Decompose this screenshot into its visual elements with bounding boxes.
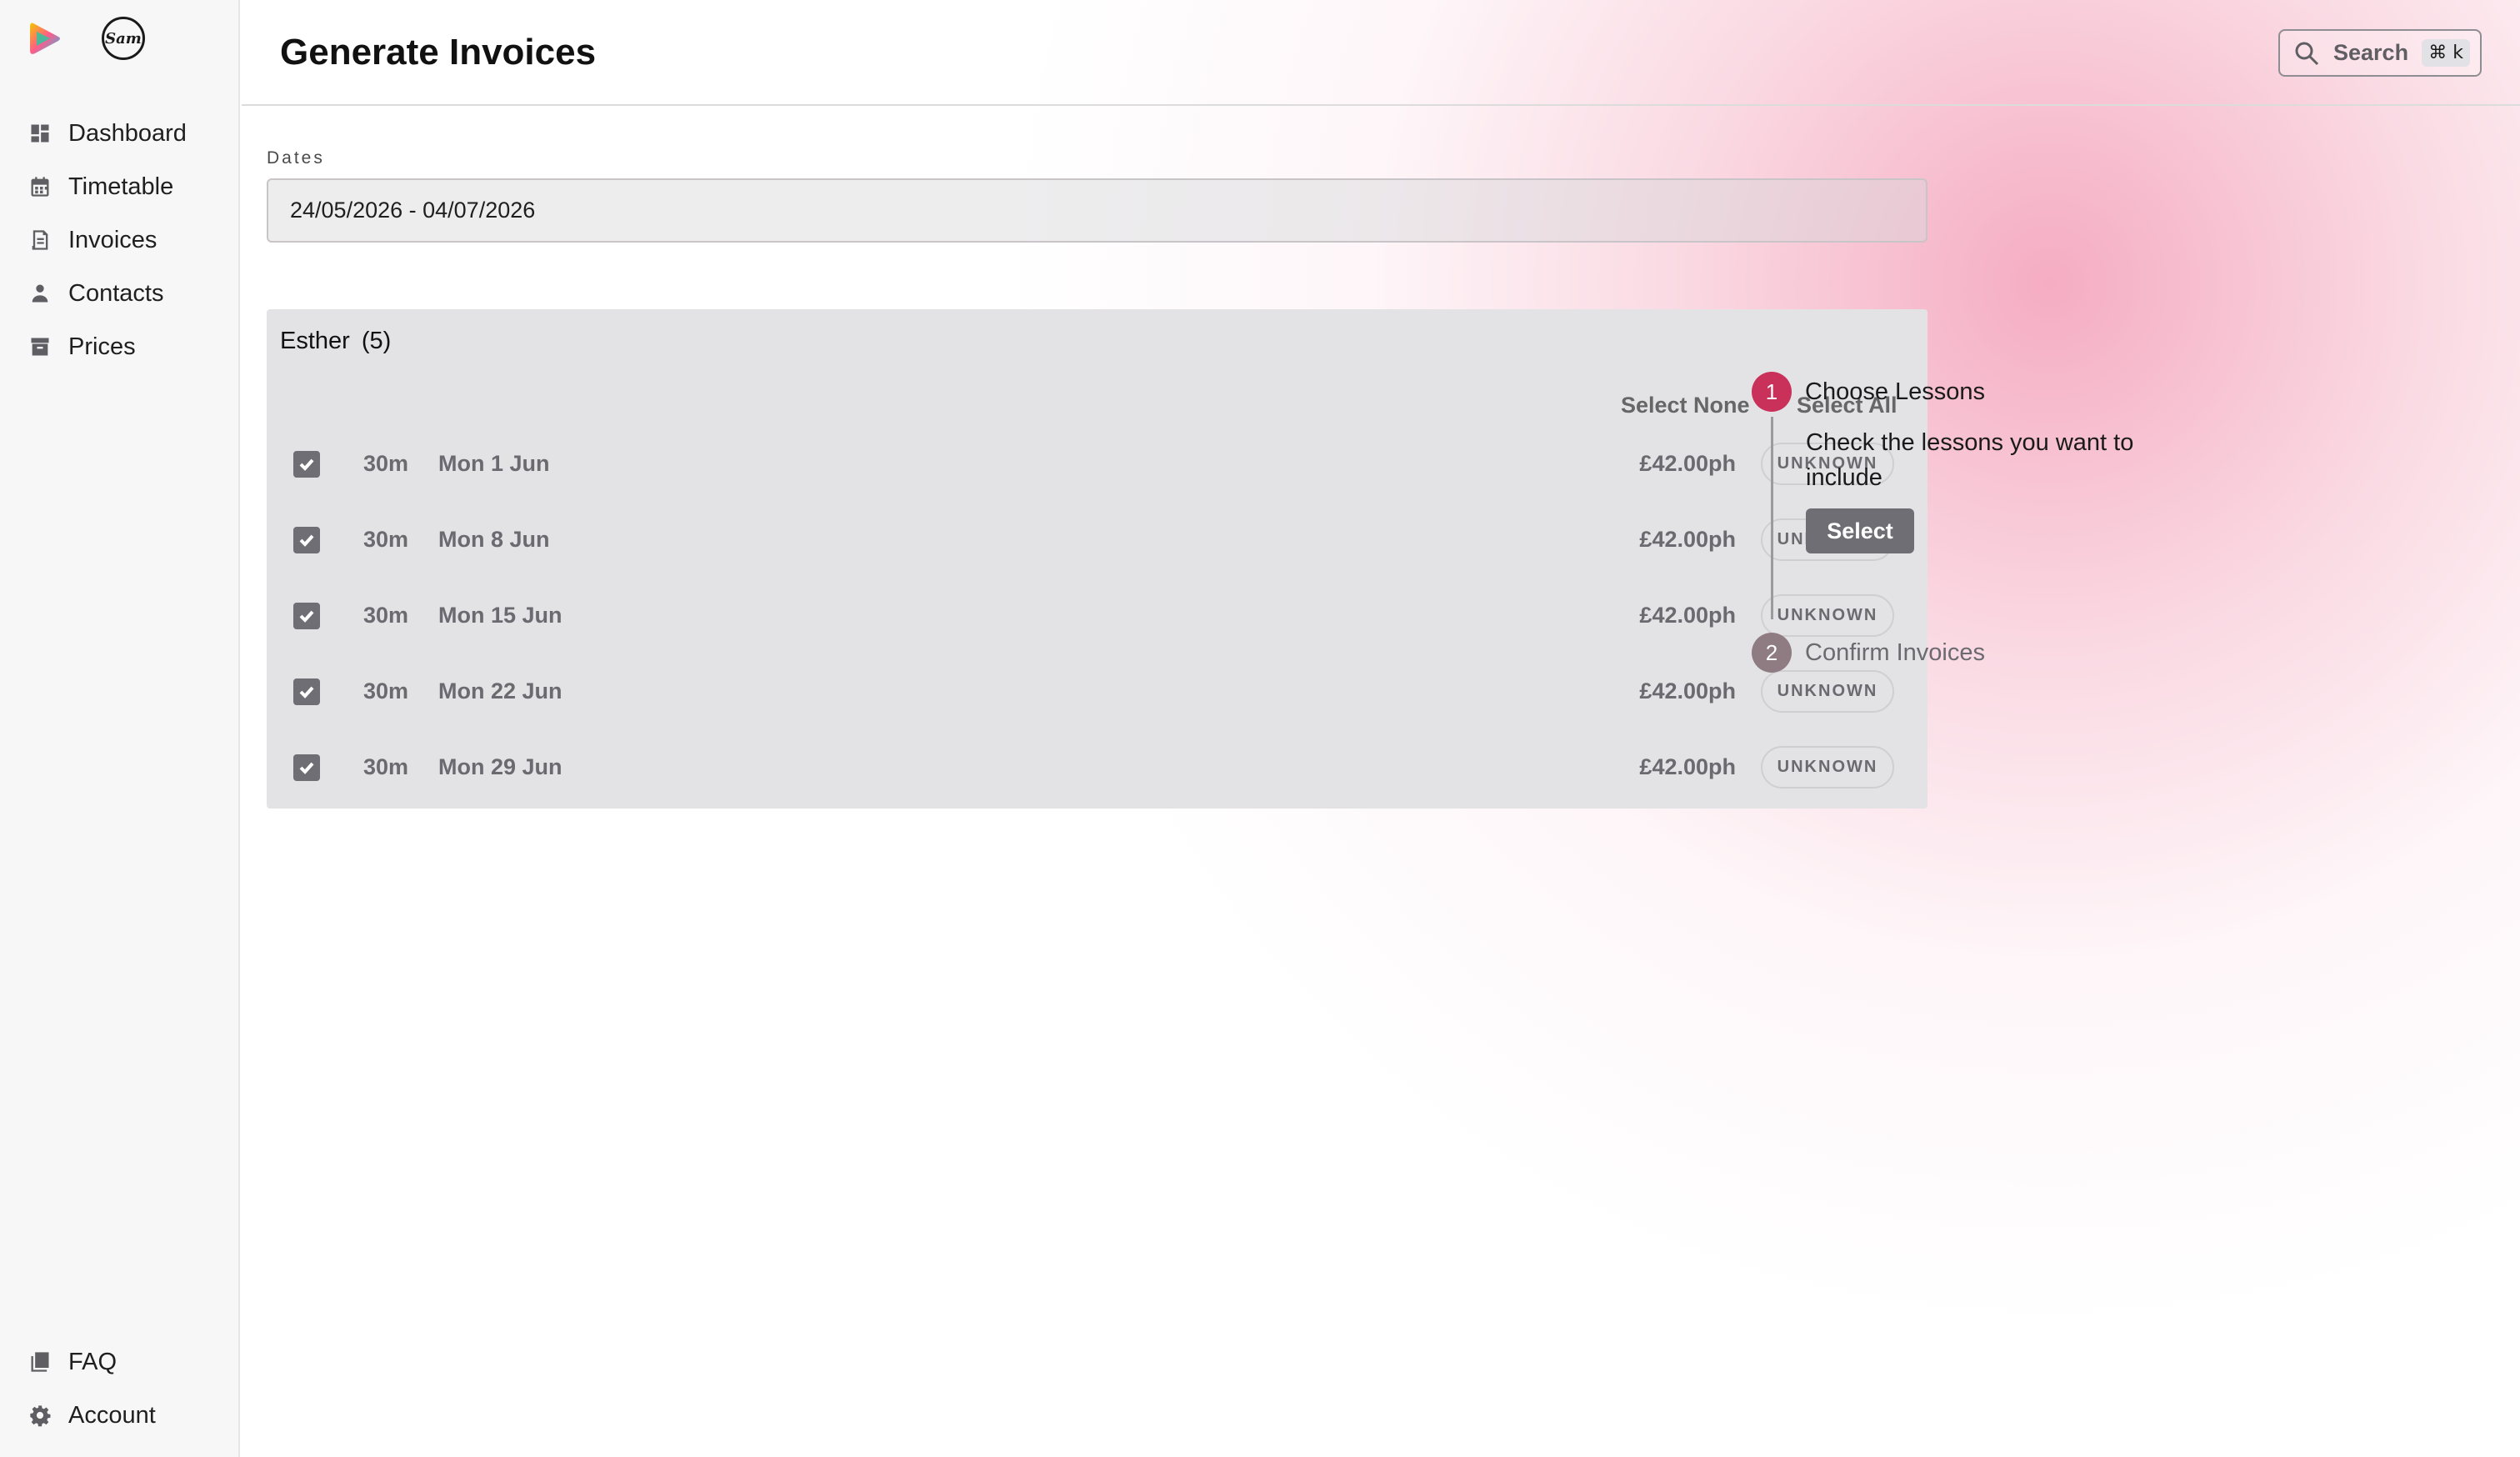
lesson-checkbox[interactable] xyxy=(293,678,320,705)
sidebar-item-label: Contacts xyxy=(68,279,164,307)
sidebar-item-faq[interactable]: FAQ xyxy=(0,1335,238,1389)
lesson-checkbox[interactable] xyxy=(293,603,320,629)
sidebar-item-label: FAQ xyxy=(68,1348,118,1375)
step-title-confirm-invoices: Confirm Invoices xyxy=(1805,639,1985,666)
select-button[interactable]: Select xyxy=(1806,508,1914,553)
lesson-date: Mon 8 Jun xyxy=(438,527,550,552)
lesson-duration: 30m xyxy=(363,754,409,779)
calendar-icon xyxy=(31,177,49,197)
sidebar-item-contacts[interactable]: Contacts xyxy=(0,267,238,320)
main-content: Generate Invoices Search ⌘ k Dates 24/05… xyxy=(242,0,2520,1457)
lesson-row[interactable]: 30m Mon 29 Jun £42.00ph UNKNOWN xyxy=(267,729,1928,805)
sidebar-item-label: Invoices xyxy=(68,226,158,253)
group-count: (5) xyxy=(361,328,392,354)
lesson-duration: 30m xyxy=(363,451,409,476)
dates-field[interactable]: 24/05/2026 - 04/07/2026 xyxy=(267,178,1928,243)
sidebar-footer: FAQ Account xyxy=(0,1335,238,1442)
lesson-row[interactable]: 30m Mon 1 Jun £42.00ph UNKNOWN xyxy=(267,426,1928,502)
sidebar-item-label: Prices xyxy=(68,333,136,360)
signature-avatar[interactable]: Sam xyxy=(102,17,145,60)
checkmark-icon xyxy=(299,458,314,471)
lesson-date: Mon 1 Jun xyxy=(438,451,550,476)
lesson-checkbox[interactable] xyxy=(293,754,320,781)
sidebar-item-dashboard[interactable]: Dashboard xyxy=(0,107,238,160)
step-number-1: 1 xyxy=(1752,372,1792,412)
checkmark-icon xyxy=(299,610,314,623)
status-badge: UNKNOWN xyxy=(1761,594,1894,637)
contact-lesson-group: Esther (5) Select None Select All 30m Mon… xyxy=(267,309,1928,809)
lesson-checkbox[interactable] xyxy=(293,527,320,553)
sidebar-nav: Dashboard Timetable Invoices Contacts Pr… xyxy=(0,107,238,373)
page-title: Generate Invoices xyxy=(280,32,597,73)
step-number-2: 2 xyxy=(1752,633,1792,673)
checkmark-icon xyxy=(299,686,314,698)
step-description: Check the lessons you want to include xyxy=(1806,429,2134,491)
search-icon xyxy=(2295,42,2319,65)
checkmark-icon xyxy=(299,762,314,774)
lesson-row[interactable]: 30m Mon 8 Jun £42.00ph UNKNOWN xyxy=(267,502,1928,578)
help-book-icon xyxy=(31,1352,49,1372)
sidebar-item-label: Dashboard xyxy=(68,119,187,147)
step-title-choose-lessons: Choose Lessons xyxy=(1805,378,1986,405)
lesson-price: £42.00ph xyxy=(1639,527,1736,552)
lesson-price: £42.00ph xyxy=(1639,603,1736,628)
sidebar-item-timetable[interactable]: Timetable xyxy=(0,160,238,213)
lesson-date: Mon 15 Jun xyxy=(438,603,562,628)
app-logo-icon[interactable] xyxy=(25,18,65,58)
status-badge: UNKNOWN xyxy=(1761,670,1894,713)
lesson-price: £42.00ph xyxy=(1639,754,1736,779)
sidebar-item-invoices[interactable]: Invoices xyxy=(0,213,238,267)
page-header: Generate Invoices Search ⌘ k xyxy=(242,0,2520,106)
lesson-row[interactable]: 30m Mon 15 Jun £42.00ph UNKNOWN xyxy=(267,578,1928,653)
brand: Sam xyxy=(25,17,145,60)
lesson-duration: 30m xyxy=(363,603,409,628)
sidebar-item-prices[interactable]: Prices xyxy=(0,320,238,373)
lesson-duration: 30m xyxy=(363,678,409,703)
sidebar-item-label: Timetable xyxy=(68,173,174,200)
lesson-duration: 30m xyxy=(363,527,409,552)
lesson-price: £42.00ph xyxy=(1639,451,1736,476)
lesson-date: Mon 29 Jun xyxy=(438,754,562,779)
search-label: Search xyxy=(2333,40,2409,65)
group-heading: Esther (5) xyxy=(280,328,402,355)
group-name: Esther xyxy=(280,328,350,354)
select-none-button[interactable]: Select None xyxy=(1621,393,1750,418)
lesson-checkbox[interactable] xyxy=(293,451,320,478)
search-shortcut: ⌘ k xyxy=(2422,39,2470,67)
archive-icon xyxy=(31,338,49,356)
dashboard-icon xyxy=(31,124,49,143)
lesson-price: £42.00ph xyxy=(1639,678,1736,703)
sidebar: Sam Dashboard Timetable Invoices Contact… xyxy=(0,0,240,1457)
checkmark-icon xyxy=(299,534,314,547)
step-connector xyxy=(1771,417,1773,619)
status-badge: UNKNOWN xyxy=(1761,746,1894,789)
gear-icon xyxy=(30,1405,51,1427)
sidebar-item-label: Account xyxy=(68,1401,156,1429)
invoice-icon xyxy=(32,230,48,250)
dates-value: 24/05/2026 - 04/07/2026 xyxy=(290,198,536,223)
lesson-date: Mon 22 Jun xyxy=(438,678,562,703)
dates-label: Dates xyxy=(267,148,325,168)
person-icon xyxy=(32,284,48,303)
lesson-row[interactable]: 30m Mon 22 Jun £42.00ph UNKNOWN xyxy=(267,653,1928,729)
search-button[interactable]: Search ⌘ k xyxy=(2278,29,2482,77)
sidebar-item-account[interactable]: Account xyxy=(0,1389,238,1442)
